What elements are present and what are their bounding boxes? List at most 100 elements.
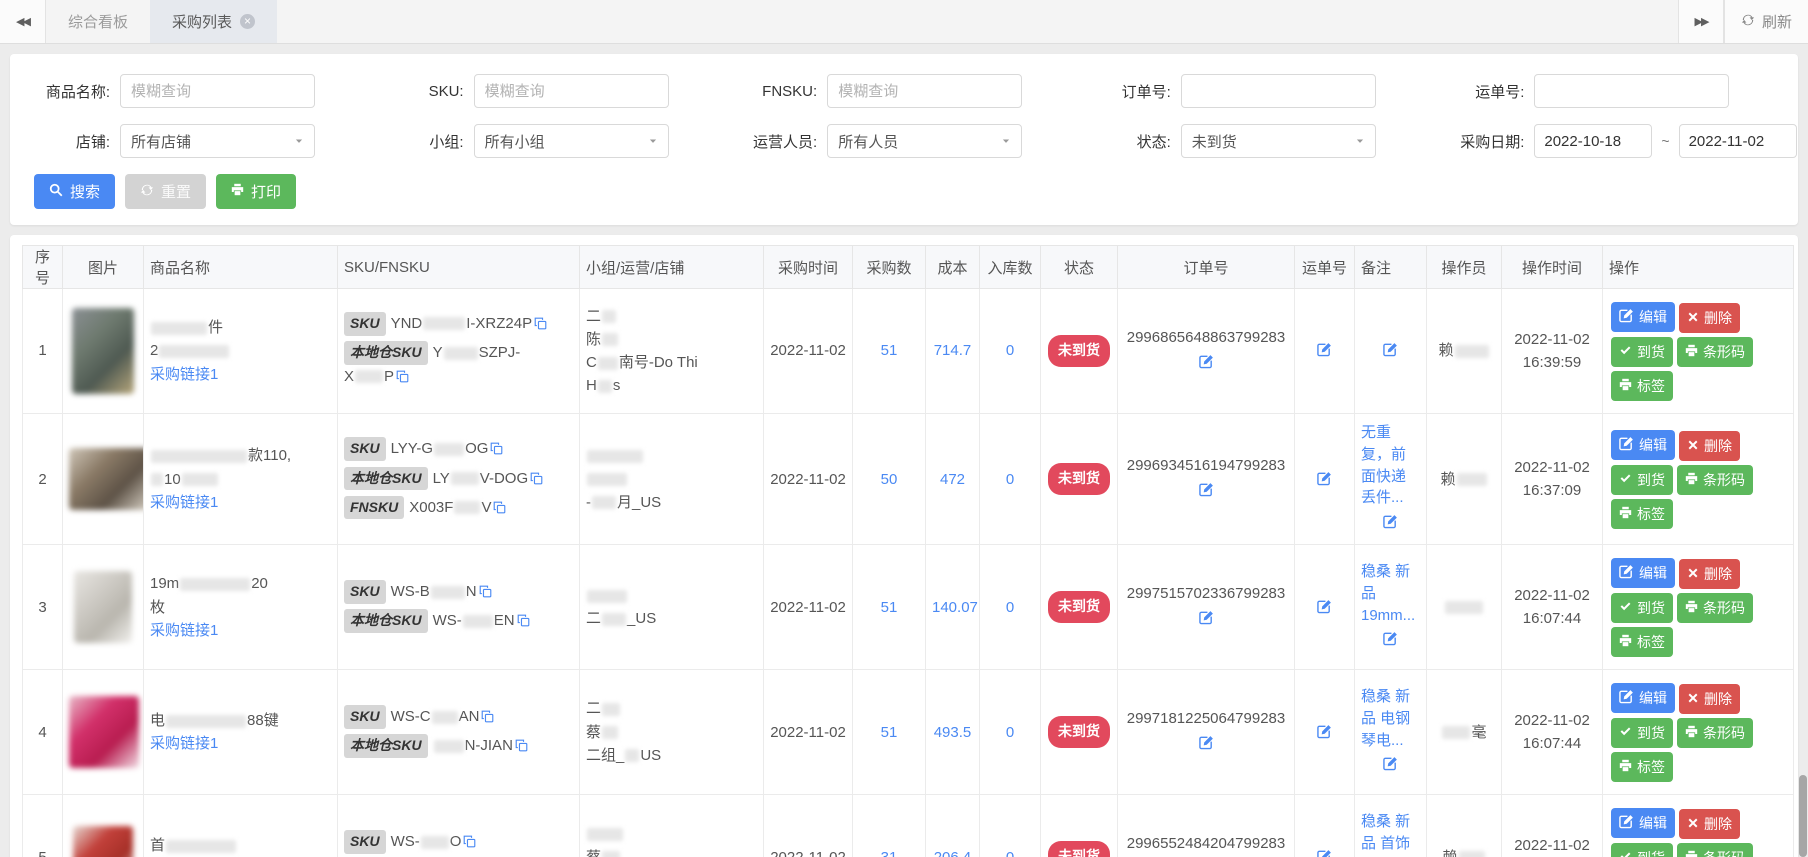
- cost-link[interactable]: 206.4: [934, 849, 972, 857]
- cost-link[interactable]: 472: [940, 471, 965, 488]
- product-photo[interactable]: [69, 696, 139, 769]
- copy-icon[interactable]: [481, 707, 494, 730]
- table-row: 2 款110, 10 采购链接1 SKU LYY-G OG 本地仓SKU LY V-DOG FNSK…: [22, 412, 1794, 546]
- arrived-button[interactable]: 到货: [1611, 592, 1673, 623]
- shop-select[interactable]: 所有店铺: [120, 124, 315, 158]
- qty-link[interactable]: 50: [881, 471, 898, 488]
- edit-order-icon[interactable]: [1198, 481, 1214, 504]
- search-button[interactable]: 搜索: [34, 174, 116, 209]
- edit-order-icon[interactable]: [1198, 734, 1214, 757]
- qty-link[interactable]: 51: [881, 342, 898, 359]
- copy-icon[interactable]: [515, 736, 528, 759]
- copy-icon[interactable]: [517, 611, 530, 634]
- copy-icon[interactable]: [493, 498, 506, 521]
- copy-icon[interactable]: [530, 469, 543, 492]
- stock-in-link[interactable]: 0: [1006, 849, 1014, 857]
- edit-button[interactable]: 编辑: [1611, 301, 1675, 332]
- cell-note: 稳桑 新品 首饰包深...: [1354, 794, 1427, 857]
- edit-order-icon[interactable]: [1198, 609, 1214, 632]
- scroll-tabs-left-button[interactable]: ◀◀: [0, 0, 46, 43]
- scroll-tabs-right-button[interactable]: ▶▶: [1677, 0, 1724, 43]
- copy-icon[interactable]: [396, 367, 409, 390]
- stock-in-link[interactable]: 0: [1006, 724, 1014, 741]
- product-name-input[interactable]: [120, 74, 315, 108]
- stock-in-link[interactable]: 0: [1006, 471, 1014, 488]
- edit-waybill-icon[interactable]: [1317, 723, 1332, 746]
- edit-note-icon[interactable]: [1383, 630, 1398, 653]
- purchase-link[interactable]: 采购链接1: [150, 735, 218, 752]
- tab-purchase-list[interactable]: 采购列表 ×: [150, 0, 278, 43]
- refresh-button[interactable]: 刷新: [1723, 0, 1808, 43]
- cell-text: C: [586, 354, 597, 371]
- edit-waybill-icon[interactable]: [1317, 598, 1332, 621]
- barcode-button[interactable]: 条形码: [1677, 842, 1753, 857]
- edit-button[interactable]: 编辑: [1611, 429, 1675, 460]
- stock-in-link[interactable]: 0: [1006, 342, 1014, 359]
- reset-button[interactable]: 重置: [125, 174, 207, 209]
- edit-button[interactable]: 编辑: [1611, 682, 1675, 713]
- product-photo[interactable]: [74, 571, 132, 644]
- operator-select[interactable]: 所有人员: [827, 124, 1023, 158]
- purchase-link[interactable]: 采购链接1: [150, 494, 218, 511]
- edit-order-icon[interactable]: [1198, 353, 1214, 376]
- arrived-button[interactable]: 到货: [1611, 336, 1673, 367]
- arrived-button[interactable]: 到货: [1611, 464, 1673, 495]
- sku-input[interactable]: [473, 74, 669, 108]
- delete-button[interactable]: 删除: [1679, 430, 1740, 461]
- edit-waybill-icon[interactable]: [1317, 341, 1332, 364]
- barcode-button[interactable]: 条形码: [1677, 717, 1753, 748]
- label-button[interactable]: 标签: [1611, 498, 1673, 529]
- edit-button[interactable]: 编辑: [1611, 557, 1675, 588]
- close-tab-icon[interactable]: ×: [240, 14, 256, 29]
- delete-button[interactable]: 删除: [1679, 683, 1740, 714]
- product-photo[interactable]: [69, 448, 143, 511]
- purchase-date-from-input[interactable]: [1534, 124, 1653, 158]
- cost-link[interactable]: 493.5: [934, 724, 972, 741]
- vertical-scrollbar[interactable]: [1799, 775, 1807, 857]
- tab-dashboard[interactable]: 综合看板: [46, 0, 150, 43]
- qty-link[interactable]: 51: [881, 599, 898, 616]
- edit-note-icon[interactable]: [1383, 755, 1398, 778]
- order-no-input[interactable]: [1180, 74, 1376, 108]
- status-select[interactable]: 未到货: [1180, 124, 1376, 158]
- edit-note-icon[interactable]: [1383, 513, 1398, 536]
- fnsku-input[interactable]: [827, 74, 1023, 108]
- cell-index: 5: [22, 794, 63, 857]
- delete-button[interactable]: 删除: [1679, 302, 1740, 333]
- copy-icon[interactable]: [534, 314, 547, 337]
- label-button[interactable]: 标签: [1611, 751, 1673, 782]
- group-select[interactable]: 所有小组: [473, 124, 669, 158]
- table-row: 5首采购链接1SKUWS-O本地仓SKUBAO蔡2022-11-0231206.…: [22, 794, 1794, 857]
- product-photo[interactable]: [72, 308, 134, 394]
- print-button[interactable]: 打印: [216, 174, 297, 209]
- purchase-link[interactable]: 采购链接1: [150, 622, 218, 639]
- barcode-button[interactable]: 条形码: [1677, 336, 1753, 367]
- delete-button[interactable]: 删除: [1679, 558, 1740, 589]
- delete-button[interactable]: 删除: [1679, 808, 1740, 839]
- purchase-link[interactable]: 采购链接1: [150, 366, 218, 383]
- edit-waybill-icon[interactable]: [1317, 848, 1332, 857]
- arrived-button[interactable]: 到货: [1611, 842, 1673, 857]
- label-button[interactable]: 标签: [1611, 370, 1673, 401]
- qty-link[interactable]: 51: [881, 724, 898, 741]
- barcode-button[interactable]: 条形码: [1677, 592, 1753, 623]
- product-photo[interactable]: [73, 826, 133, 857]
- stock-in-link[interactable]: 0: [1006, 599, 1014, 616]
- arrived-button[interactable]: 到货: [1611, 717, 1673, 748]
- purchase-date-to-input[interactable]: [1678, 124, 1797, 158]
- copy-icon[interactable]: [479, 582, 492, 605]
- edit-button[interactable]: 编辑: [1611, 807, 1675, 838]
- cost-link[interactable]: 140.07: [932, 599, 978, 616]
- copy-icon[interactable]: [490, 439, 503, 462]
- copy-icon[interactable]: [463, 832, 476, 855]
- double-chevron-right-icon: ▶▶: [1694, 16, 1710, 28]
- edit-waybill-icon[interactable]: [1317, 470, 1332, 493]
- print-icon: [1685, 472, 1698, 488]
- waybill-no-input[interactable]: [1534, 74, 1730, 108]
- cost-link[interactable]: 714.7: [934, 342, 972, 359]
- sku-tag: SKU: [344, 580, 386, 604]
- barcode-button[interactable]: 条形码: [1677, 464, 1753, 495]
- qty-link[interactable]: 31: [881, 849, 898, 857]
- edit-note-icon[interactable]: [1383, 341, 1398, 364]
- label-button[interactable]: 标签: [1611, 626, 1673, 657]
